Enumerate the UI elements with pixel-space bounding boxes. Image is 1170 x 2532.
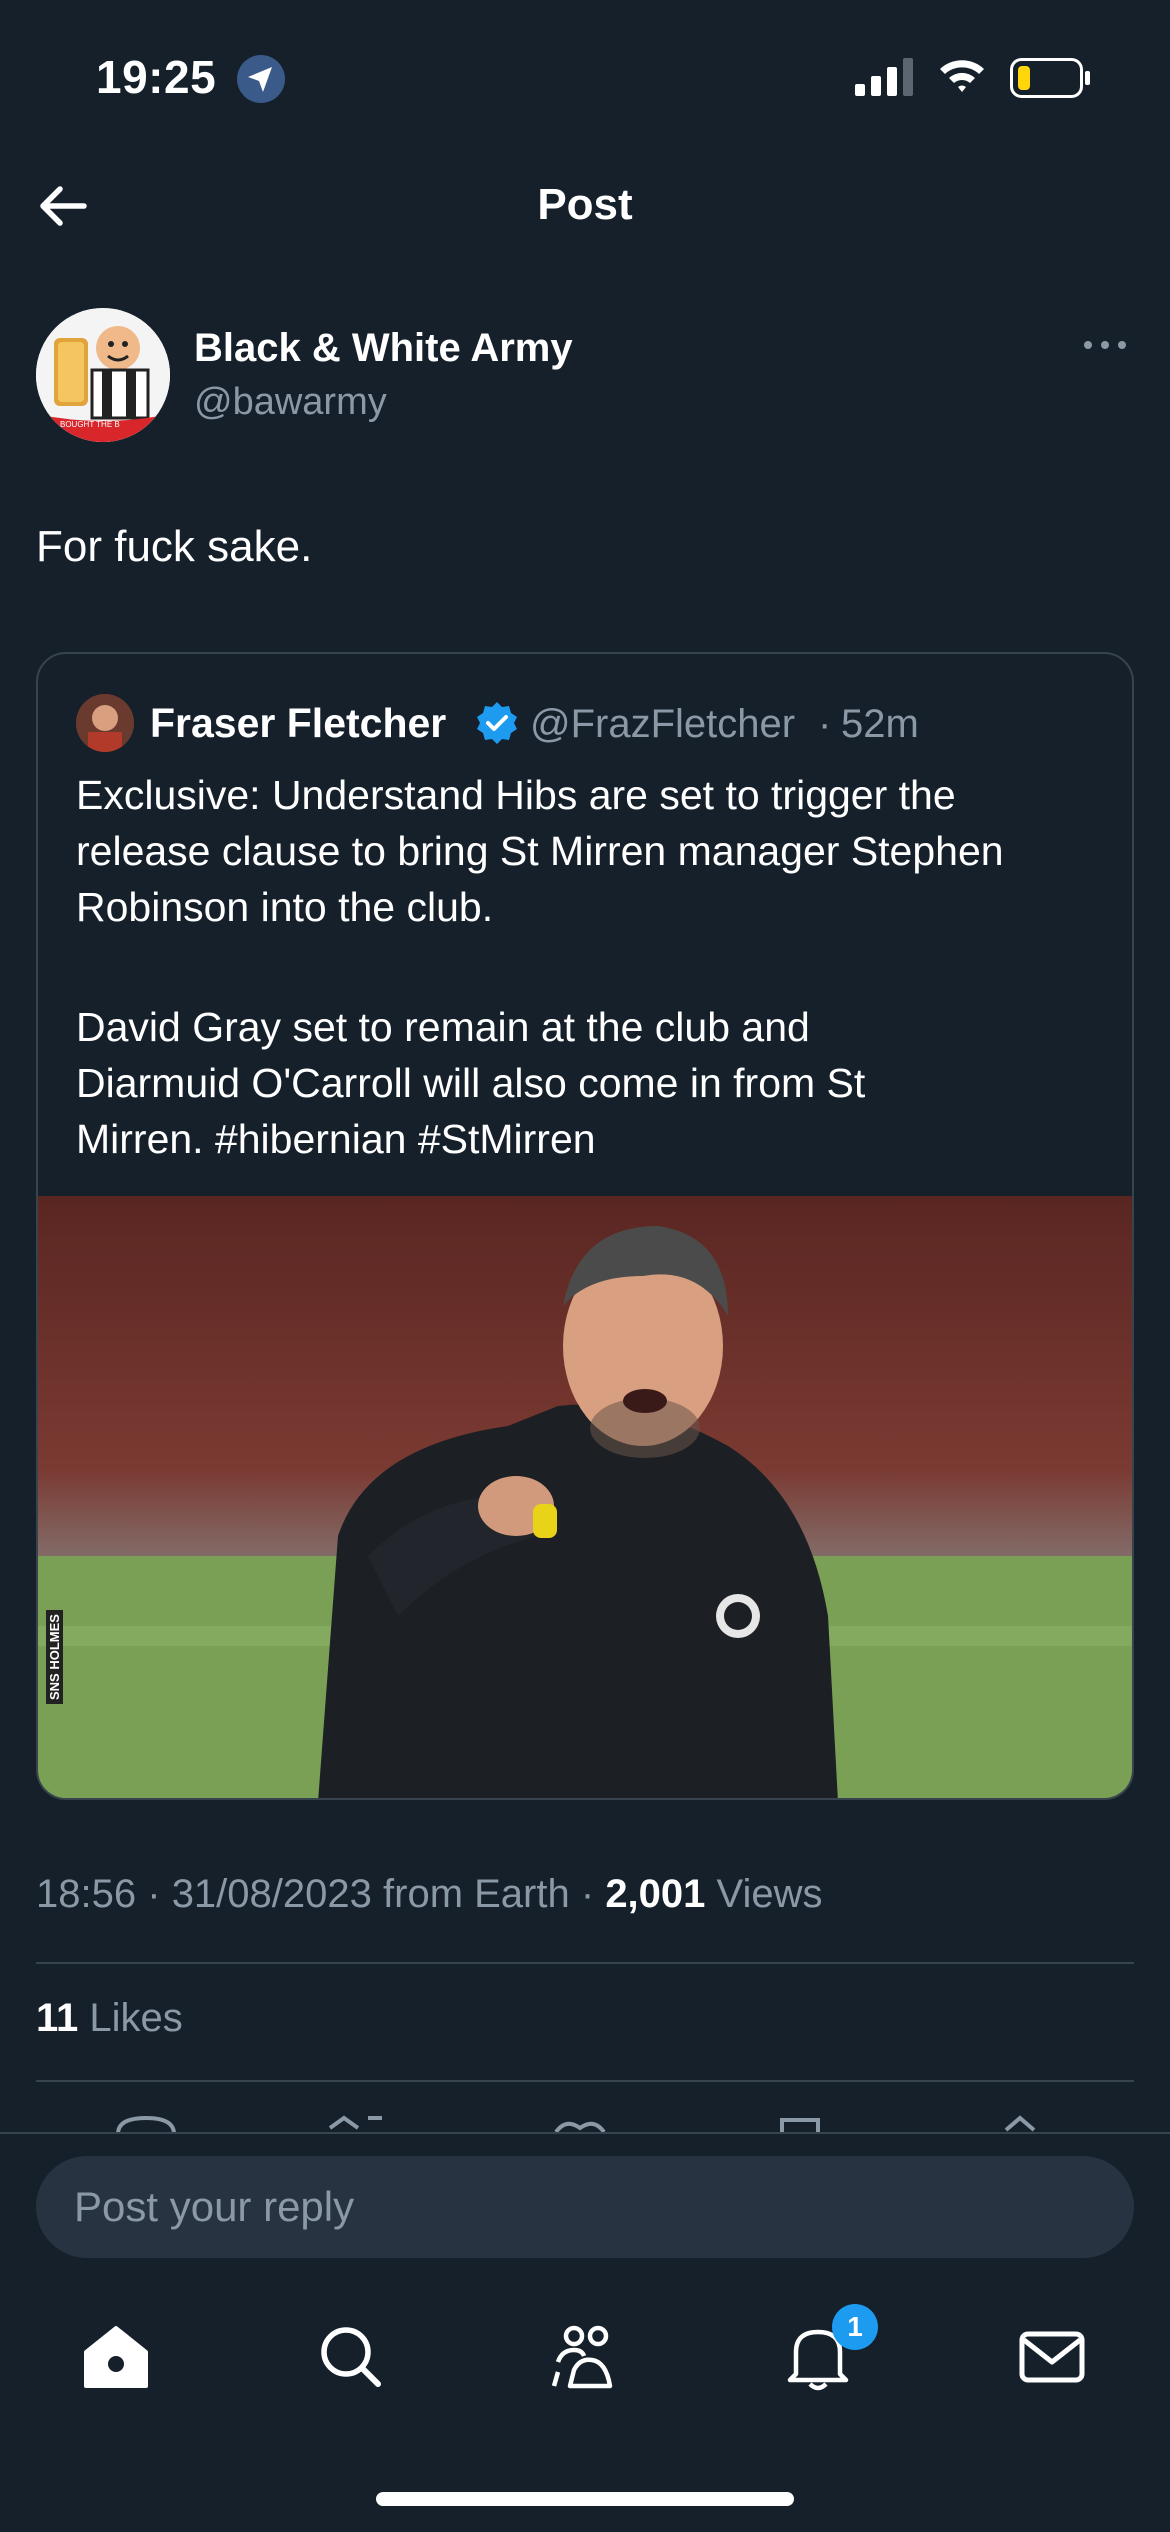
quote-separator: ·: [818, 702, 832, 746]
quote-author-avatar[interactable]: [76, 694, 134, 752]
verified-badge-icon: [477, 702, 517, 744]
cellular-signal-icon: [855, 58, 913, 96]
notifications-badge: 1: [832, 2304, 878, 2350]
quote-text-line: Robinson into the club.: [76, 884, 494, 930]
home-icon[interactable]: [76, 2320, 156, 2392]
quote-text-line: Mirren. #hibernian #StMirren: [76, 1116, 596, 1162]
quote-text-line: David Gray set to remain at the club and: [76, 1004, 810, 1050]
photo-credit: SNS HOLMES: [46, 1610, 63, 1704]
quote-avatar-face: [76, 694, 134, 752]
action-bar-peek: [116, 2115, 1036, 2134]
repost-icon: [328, 2115, 382, 2130]
quote-text-line: Exclusive: Understand Hibs are set to tr…: [76, 772, 956, 818]
share-icon: [1004, 2115, 1036, 2132]
quote-author-handle[interactable]: @FrazFletcher: [530, 702, 795, 747]
like-icon: [554, 2121, 606, 2134]
status-bar: 19:25: [0, 0, 1170, 160]
status-time: 19:25: [96, 51, 217, 103]
divider: [36, 2080, 1134, 2082]
tweet-text: For fuck sake.: [36, 522, 313, 571]
meta-separator: ·: [147, 1872, 161, 1916]
tweet-time: 18:56: [36, 1872, 137, 1916]
author-name[interactable]: Black & White Army: [194, 326, 573, 371]
messages-envelope-icon[interactable]: [1012, 2320, 1092, 2392]
home-indicator[interactable]: [376, 2492, 794, 2506]
author-avatar[interactable]: BOUGHT THE B: [36, 308, 170, 442]
views-label: Views: [716, 1872, 823, 1916]
communities-icon[interactable]: [544, 2320, 624, 2392]
quoted-tweet-card[interactable]: Fraser Fletcher @FrazFletcher · 52m Excl…: [36, 652, 1134, 1800]
page-title: Post: [537, 180, 633, 229]
avatar-caption: BOUGHT THE B: [60, 420, 120, 429]
quote-text-line: Diarmuid O'Carroll will also come in fro…: [76, 1060, 866, 1106]
quote-author-name[interactable]: Fraser Fletcher: [150, 700, 446, 747]
likes-count: 11: [36, 1996, 79, 2040]
divider: [36, 1962, 1134, 1964]
likes-stat[interactable]: 11 Likes: [36, 1996, 183, 2041]
reply-input[interactable]: [36, 2156, 1134, 2258]
views-count: 2,001: [605, 1872, 706, 1916]
quote-photo-image[interactable]: [38, 1196, 1134, 1800]
battery-low-icon: [1010, 58, 1090, 98]
author-handle[interactable]: @bawarmy: [194, 381, 387, 424]
tweet-meta: 18:56 · 31/08/2023 from Earth · 2,001 Vi…: [36, 1872, 823, 1917]
likes-label: Likes: [89, 1996, 183, 2040]
meta-separator: ·: [580, 1872, 595, 1916]
location-arrow-icon: [237, 55, 285, 103]
tweet-source: from Earth: [383, 1872, 570, 1916]
quote-text-line: release clause to bring St Mirren manage…: [76, 828, 1004, 874]
quote-timestamp: 52m: [841, 702, 919, 746]
more-options-icon[interactable]: [1080, 330, 1130, 360]
search-icon[interactable]: [310, 2320, 390, 2392]
tweet-date: 31/08/2023: [171, 1872, 372, 1916]
wifi-icon: [940, 60, 984, 92]
